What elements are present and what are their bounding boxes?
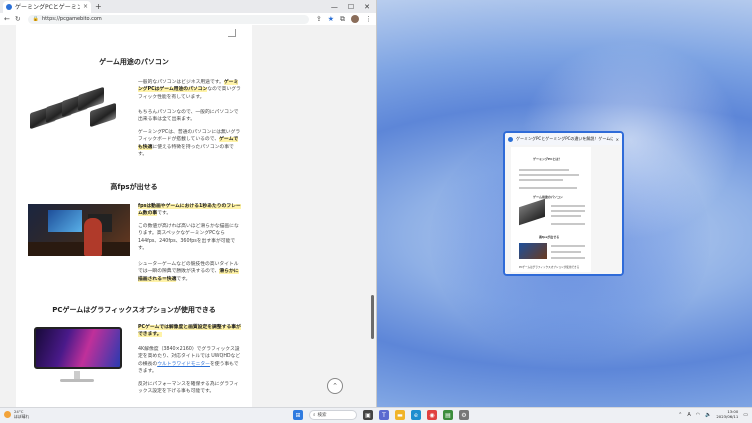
clock[interactable]: 13:00 2023/06/11 [716, 409, 739, 419]
share-icon[interactable]: ⇪ [316, 15, 322, 23]
paragraph-6: シューターゲームなどの競技性の高いタイトルでは一瞬の隙典で勝敗が決するので、滑ら… [138, 262, 239, 282]
article-content: ゲーム用途のパソコン 一般的なパソコンはビジネス用途です。ゲーミングPCはゲーム… [16, 25, 252, 407]
thumbnail-page: ゲーミングPCとは？ ゲーム用途のパソコン 高fpsが出せる PCゲームはグラフ… [511, 147, 591, 272]
thumbnail-favicon-icon [508, 136, 513, 142]
graphics-cards-image [28, 83, 116, 149]
back-button[interactable]: ← [4, 15, 10, 23]
weather-widget[interactable]: 24°C ほぼ晴れ [4, 409, 30, 419]
menu-icon[interactable]: ⋮ [365, 15, 372, 23]
lock-icon: 🔒 [32, 16, 39, 22]
toolbar-icons: ⇪ ★ ⧉ ⋮ [316, 15, 372, 24]
notification-icon[interactable]: ▭ [743, 412, 748, 418]
profile-avatar[interactable] [351, 15, 359, 23]
task-view-icon[interactable]: ▣ [363, 410, 373, 420]
thumbnail-gaming-image [519, 243, 547, 259]
tab-close-icon[interactable]: × [83, 3, 88, 10]
heading-gaming-pc: ゲーム用途のパソコン [99, 58, 169, 66]
thumbnail-gpu-image [519, 198, 545, 226]
taskbar: 24°C ほぼ晴れ ⊞ ⌕ 検索 ▣ T ▬ e ◉ ▤ ⚙ ⌃ A ◠ 🔈 1… [0, 407, 752, 423]
paragraph-8: 4K解像度（3840×2160）でグラフィックス設定を高めたり、対応タイトルでは… [138, 347, 241, 374]
thumbnail-titlebar: ゲーミングPCとゲーミングPCの違いを解説！ゲームにおすすめ・プロフィール × [505, 133, 622, 145]
wifi-icon[interactable]: ◠ [696, 412, 700, 418]
tab-title: ゲーミングPCとゲーミングPCの違いを解説！ [15, 4, 80, 11]
system-tray: ⌃ A ◠ 🔈 13:00 2023/06/11 ▭ [678, 409, 748, 419]
clock-date: 2023/06/11 [716, 413, 739, 419]
ultrawide-monitor-link[interactable]: ウルトラワイドモニター [157, 362, 210, 367]
paragraph-1: 一般的なパソコンはビジネス用途です。ゲーミングPCはゲーム用途のパソコンなので高… [138, 80, 241, 100]
thumbnail-heading-2: ゲーム用途のパソコン [533, 195, 563, 199]
chevron-up-icon[interactable]: ⌃ [678, 412, 682, 418]
refresh-button[interactable]: ↻ [15, 15, 21, 23]
maximize-button[interactable]: ☐ [348, 3, 354, 11]
gaming-setup-image [28, 204, 130, 256]
language-indicator[interactable]: A [687, 412, 690, 418]
file-explorer-icon[interactable]: ▬ [395, 410, 405, 420]
heading-graphics-options: PCゲームはグラフィックスオプションが使用できる [52, 306, 216, 314]
paragraph-7: PCゲームでは解像度と画質設定を調整する事ができます。 [138, 325, 241, 338]
sun-icon [4, 411, 11, 418]
weather-desc: ほぼ晴れ [14, 413, 30, 419]
scrollbar-thumb[interactable] [371, 295, 374, 339]
taskbar-apps: ⊞ ⌕ 検索 ▣ T ▬ e ◉ ▤ ⚙ [293, 410, 469, 420]
heading-high-fps: 高fpsが出せる [110, 183, 158, 191]
edge-icon[interactable]: e [411, 410, 421, 420]
back-to-top-button[interactable]: ⌃ [327, 378, 343, 394]
address-bar[interactable]: 🔒 https://pcgamebito.com [27, 14, 309, 24]
new-tab-button[interactable]: + [95, 2, 102, 11]
paragraph-3: ゲーミングPCは、普通のパソコンには無いグラフィックボードが搭載しているので、ゲ… [138, 130, 241, 157]
browser-toolbar: ← ↻ 🔒 https://pcgamebito.com ⇪ ★ ⧉ ⋮ [0, 13, 376, 25]
bookmark-star-icon[interactable]: ★ [328, 15, 334, 23]
volume-icon[interactable]: 🔈 [705, 412, 711, 418]
site-favicon-icon [6, 3, 12, 10]
settings-icon[interactable]: ⚙ [459, 410, 469, 420]
thumbnail-heading-1: ゲーミングPCとは？ [533, 157, 562, 161]
thumbnail-heading-3: 高fpsが出せる [539, 235, 560, 239]
tab-bar: ゲーミングPCとゲーミングPCの違いを解説！ × + — ☐ ✕ [0, 0, 376, 13]
chrome-icon[interactable]: ◉ [427, 410, 437, 420]
search-placeholder: 検索 [317, 413, 327, 418]
address-url: https://pcgamebito.com [41, 16, 102, 22]
start-windows-icon[interactable]: ⊞ [293, 410, 303, 420]
paragraph-4: fpsは動画やゲームにおける1秒あたりのフレーム数の事です。 [138, 204, 241, 217]
store-icon[interactable]: ▤ [443, 410, 453, 420]
ultrawide-monitor-image [30, 325, 126, 387]
corner-mark [228, 29, 236, 37]
thumbnail-title: ゲーミングPCとゲーミングPCの違いを解説！ゲームにおすすめ・プロフィール [516, 136, 613, 141]
close-window-button[interactable]: ✕ [364, 3, 370, 11]
taskbar-search[interactable]: ⌕ 検索 [309, 410, 357, 420]
thumbnail-close-icon[interactable]: × [616, 137, 619, 142]
thumbnail-body: ゲーミングPCとは？ ゲーム用途のパソコン 高fpsが出せる PCゲームはグラフ… [505, 145, 622, 274]
search-icon: ⌕ [313, 413, 316, 418]
minimize-button[interactable]: — [331, 3, 338, 11]
browser-window[interactable]: ゲーミングPCとゲーミングPCの違いを解説！ × + — ☐ ✕ ← ↻ 🔒 h… [0, 0, 377, 407]
tab-active[interactable]: ゲーミングPCとゲーミングPCの違いを解説！ × [3, 0, 91, 13]
page-viewport: ゲーム用途のパソコン 一般的なパソコンはビジネス用途です。ゲーミングPCはゲーム… [0, 25, 376, 407]
thumbnail-footer-text: PCゲームはグラフィックスオプションが使用できる [519, 266, 580, 269]
paragraph-2: もちろんパソコンなので、一般的にパソコンで出来る事は全て出来ます。 [138, 110, 239, 123]
teams-icon[interactable]: T [379, 410, 389, 420]
extensions-icon[interactable]: ⧉ [340, 15, 345, 24]
paragraph-5: この数値が高ければ高いほど滑らかな描画になります。高スペックなゲーミングPCなら… [138, 224, 239, 251]
paragraph-9: 反対にパフォーマンスを確保する為にグラフィックス設定を下げる事も可能です。 [138, 382, 239, 395]
task-view-window-thumbnail[interactable]: ゲーミングPCとゲーミングPCの違いを解説！ゲームにおすすめ・プロフィール × … [503, 131, 624, 276]
window-controls: — ☐ ✕ [331, 3, 376, 11]
